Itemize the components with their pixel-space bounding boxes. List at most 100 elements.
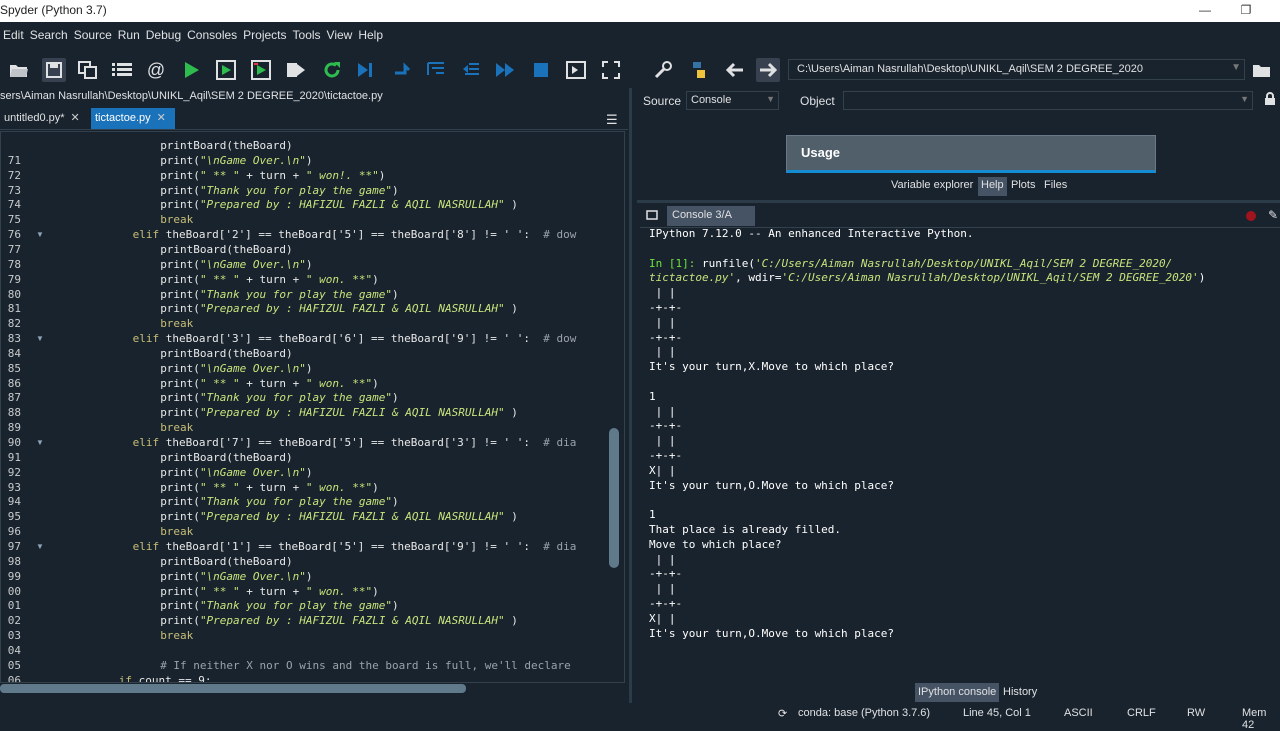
menu-debug[interactable]: Debug bbox=[143, 24, 184, 46]
open-folder-icon[interactable] bbox=[7, 58, 31, 82]
line-number: 80 bbox=[7, 287, 21, 301]
memory-status: Mem 42 bbox=[1242, 707, 1267, 731]
step-into-icon[interactable] bbox=[424, 58, 448, 82]
run-cell-advance-icon[interactable] bbox=[249, 58, 273, 82]
browse-folder-icon[interactable] bbox=[1250, 58, 1274, 82]
tab-ipython-console[interactable]: IPython console bbox=[915, 683, 1000, 702]
source-select[interactable]: Console ▼ bbox=[686, 91, 779, 110]
line-number: 71 bbox=[7, 153, 21, 167]
step-icon[interactable] bbox=[389, 58, 413, 82]
conda-env-status: conda: base (Python 3.7.6) bbox=[798, 707, 931, 719]
rerun-icon[interactable] bbox=[320, 58, 344, 82]
console-line: | | bbox=[649, 345, 676, 359]
source-select-value: Console bbox=[691, 94, 732, 106]
console-line: It's your turn,X.Move to which place? bbox=[649, 360, 895, 374]
tab-tictactoe[interactable]: tictactoe.py ✕ bbox=[91, 108, 175, 129]
code-line: print(" ** " + turn + " won. **") bbox=[160, 584, 379, 598]
stop-icon[interactable] bbox=[529, 58, 553, 82]
console-call-fragment: runfile( bbox=[701, 256, 755, 270]
save-all-icon[interactable] bbox=[76, 58, 100, 82]
console-menu-icon[interactable] bbox=[646, 209, 658, 224]
menu-edit[interactable]: Edit bbox=[0, 24, 27, 46]
fold-toggle-icon[interactable]: ▼ bbox=[36, 542, 44, 551]
tab-plots[interactable]: Plots bbox=[1008, 177, 1038, 196]
at-sign-icon[interactable]: @ bbox=[144, 58, 168, 82]
code-line: if count == 9: bbox=[118, 673, 212, 683]
menu-projects[interactable]: Projects bbox=[240, 24, 289, 46]
console-line: -+-+- bbox=[649, 301, 683, 314]
fold-toggle-icon[interactable]: ▼ bbox=[36, 438, 44, 447]
tab-history[interactable]: History bbox=[1000, 683, 1040, 702]
horizontal-splitter[interactable] bbox=[637, 200, 1280, 203]
pane-splitter[interactable] bbox=[629, 88, 632, 703]
rw-status: RW bbox=[1187, 707, 1206, 719]
line-number: 72 bbox=[7, 168, 21, 182]
editor-horizontal-scrollbar[interactable] bbox=[0, 684, 466, 693]
minimize-button[interactable]: — bbox=[1185, 0, 1225, 22]
line-number: 94 bbox=[7, 495, 21, 509]
list-icon[interactable] bbox=[110, 58, 134, 82]
code-line: print("\nGame Over.\n") bbox=[160, 257, 313, 271]
back-arrow-icon[interactable] bbox=[723, 58, 747, 82]
tab-variable-explorer[interactable]: Variable explorer bbox=[888, 177, 976, 196]
console-line: | | bbox=[649, 286, 676, 300]
code-line: printBoard(theBoard) bbox=[160, 450, 293, 464]
code-line: print("\nGame Over.\n") bbox=[160, 153, 313, 167]
tab-files[interactable]: Files bbox=[1041, 177, 1070, 196]
console-line: | | bbox=[649, 552, 676, 566]
code-line: printBoard(theBoard) bbox=[160, 139, 293, 152]
fold-toggle-icon[interactable]: ▼ bbox=[36, 334, 44, 343]
code-line: # If neither X nor O wins and the board … bbox=[160, 658, 571, 672]
maximize-button[interactable]: ❐ bbox=[1226, 0, 1266, 22]
fullscreen-icon[interactable] bbox=[599, 58, 623, 82]
fold-toggle-icon[interactable]: ▼ bbox=[36, 230, 44, 239]
forward-arrow-icon[interactable] bbox=[756, 58, 780, 82]
line-number: 73 bbox=[7, 183, 21, 197]
step-return-icon[interactable] bbox=[459, 58, 483, 82]
console-line: | | bbox=[649, 404, 676, 418]
code-line: print("\nGame Over.\n") bbox=[160, 465, 313, 479]
menu-consoles[interactable]: Consoles bbox=[184, 24, 240, 46]
run-cell-icon[interactable] bbox=[214, 58, 238, 82]
tab-console-3a[interactable]: Console 3/A bbox=[667, 206, 755, 226]
ipython-console[interactable]: IPython 7.12.0 -- An enhanced Interactiv… bbox=[640, 228, 1280, 680]
code-line: print(" ** " + turn + " won. **") bbox=[160, 272, 379, 286]
save-icon[interactable] bbox=[42, 58, 66, 82]
code-line: print("Thank you for play the game") bbox=[160, 391, 399, 405]
working-directory-value: C:\Users\Aiman Nasrullah\Desktop\UNIKL_A… bbox=[797, 63, 1144, 75]
tab-untitled0[interactable]: untitled0.py* ✕ bbox=[0, 108, 88, 129]
python-path-icon[interactable] bbox=[687, 58, 711, 82]
line-number: 92 bbox=[7, 465, 21, 479]
console-call-close: ) bbox=[1198, 271, 1206, 285]
debug-icon[interactable] bbox=[353, 58, 377, 82]
run-selection-icon[interactable] bbox=[284, 58, 308, 82]
menu-view[interactable]: View bbox=[324, 24, 356, 46]
wrench-icon[interactable] bbox=[651, 58, 675, 82]
edit-icon[interactable]: ✎ bbox=[1268, 208, 1278, 222]
hamburger-menu-icon[interactable]: ☰ bbox=[606, 112, 618, 128]
menu-help[interactable]: Help bbox=[355, 24, 386, 46]
stop-kernel-icon[interactable] bbox=[1246, 211, 1256, 221]
line-number: 06 bbox=[7, 673, 21, 683]
code-line: print("\nGame Over.\n") bbox=[160, 361, 313, 375]
tab-help[interactable]: Help bbox=[978, 177, 1007, 196]
working-directory-field[interactable]: C:\Users\Aiman Nasrullah\Desktop\UNIKL_A… bbox=[788, 59, 1245, 80]
editor-vertical-scrollbar[interactable] bbox=[609, 428, 619, 568]
line-number: 78 bbox=[7, 257, 21, 271]
console-line: -+-+- bbox=[649, 567, 683, 581]
menu-run[interactable]: Run bbox=[115, 24, 143, 46]
lock-icon[interactable] bbox=[1264, 92, 1276, 109]
close-icon[interactable]: ✕ bbox=[71, 112, 80, 124]
console-path-fragment: tictactoe.py' bbox=[649, 271, 736, 285]
menu-source[interactable]: Source bbox=[71, 24, 115, 46]
close-icon[interactable]: ✕ bbox=[157, 112, 166, 124]
console-line: X| | bbox=[649, 463, 676, 477]
menu-search[interactable]: Search bbox=[27, 24, 71, 46]
run-icon[interactable] bbox=[179, 58, 203, 82]
maximize-pane-icon[interactable] bbox=[564, 58, 588, 82]
code-editor[interactable]: printBoard(theBoard) 71 print("\nGame Over… bbox=[0, 131, 625, 683]
continue-icon[interactable] bbox=[493, 58, 517, 82]
object-input[interactable]: ▼ bbox=[843, 91, 1253, 110]
menu-tools[interactable]: Tools bbox=[290, 24, 324, 46]
chevron-down-icon[interactable]: ▼ bbox=[1231, 62, 1241, 73]
